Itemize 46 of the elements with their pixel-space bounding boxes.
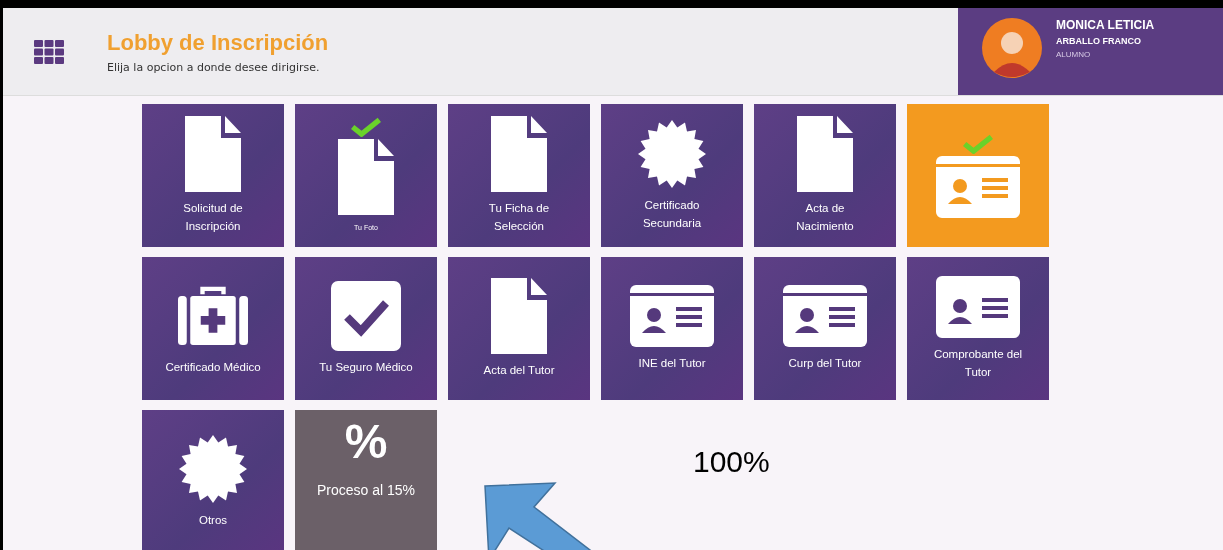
id-card-icon [936,155,1020,218]
tile-label: Acta del Tutor [483,362,555,378]
menu-tile[interactable]: Curp del Tutor [754,257,896,400]
tile-label: Certificado Médico [165,359,261,375]
id-card-icon [630,284,714,347]
menu-tile[interactable]: Tu Seguro Médico [295,257,437,400]
user-name: MONICA LETICIA [1056,18,1155,32]
id-card-icon [783,284,867,347]
menu-tile[interactable]: Comprobante del Tutor [907,257,1049,400]
page-subtitle: Elija la opcion a donde desee dirigirse. [107,60,321,74]
tile-label: Solicitud de Inscripción [182,200,244,234]
tile-label: Proceso al 15% [316,481,416,500]
tile-label: Tu Seguro Médico [319,359,413,375]
avatar-icon [982,18,1042,78]
menu-tile[interactable] [907,104,1049,247]
tile-label: Curp del Tutor [788,355,862,371]
menu-tile[interactable]: Acta del Tutor [448,257,590,400]
tile-label: Tu Ficha de Selección [487,200,551,234]
tile-label: Otros [198,512,228,528]
seal-icon [637,118,707,189]
document-icon [797,115,853,192]
tile-label: Comprobante del Tutor [932,346,1024,380]
menu-tile[interactable]: Certificado Médico [142,257,284,400]
checkbox-icon [331,280,401,351]
page-title: Lobby de Inscripción [107,29,330,56]
document-icon [491,277,547,354]
document-icon [185,115,241,192]
menu-tile[interactable]: Acta de Nacimiento [754,104,896,247]
document-icon [338,139,394,216]
tile-label: Certificado Secundaria [641,197,703,231]
tile-label: INE del Tutor [638,355,706,371]
id-card-icon [936,275,1020,338]
menu-tile[interactable]: % Proceso al 15% [295,410,437,550]
user-surname: ARBALLO FRANCO [1056,36,1142,46]
user-role: ALUMNO [1056,50,1092,59]
document-icon [491,115,547,192]
tile-label: Acta de Nacimiento [795,200,855,234]
seal-icon [178,433,248,504]
menu-tile[interactable]: Otros [142,410,284,550]
menu-tile[interactable]: Tu Ficha de Selección [448,104,590,247]
annotation-text: 100% [693,445,770,479]
menu-tile[interactable]: INE del Tutor [601,257,743,400]
apps-grid-icon[interactable] [34,39,64,64]
menu-tile[interactable]: Certificado Secundaria [601,104,743,247]
percent-icon: % [344,418,388,466]
menu-tile[interactable]: Solicitud de Inscripción [142,104,284,247]
